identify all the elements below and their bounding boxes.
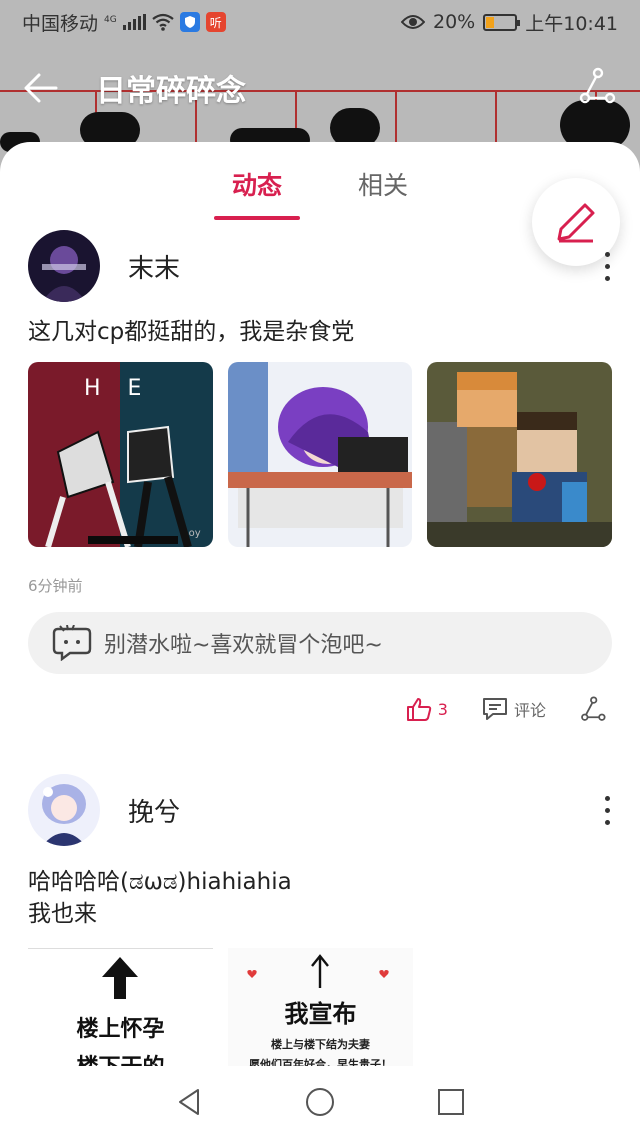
chat-bubble-icon: [52, 625, 92, 661]
comment-icon: [482, 698, 507, 720]
listen-app-icon: 听: [205, 12, 226, 32]
arrow-left-icon: [24, 73, 58, 103]
like-count: 3: [437, 699, 448, 719]
tab-feed[interactable]: 动态: [214, 166, 300, 220]
share-icon: [579, 67, 616, 104]
image-gallery: H E oy: [28, 362, 613, 547]
share-icon: [581, 696, 606, 721]
avatar[interactable]: [28, 774, 100, 846]
post-image[interactable]: H E oy: [28, 362, 213, 547]
avatar[interactable]: [28, 230, 100, 302]
system-nav-bar: [0, 1066, 640, 1138]
post-actions: 3 评论: [28, 696, 612, 722]
post-text-line: 哈哈哈哈(ಡωಡ)hiahiahia: [28, 869, 292, 895]
image-headline: 我宣布: [284, 1000, 357, 1028]
image-text-line: 楼上怀孕: [76, 1017, 165, 1042]
back-button[interactable]: [24, 62, 76, 114]
username[interactable]: 末末: [128, 248, 180, 285]
battery-icon: [483, 13, 521, 31]
comment-button[interactable]: 评论: [482, 697, 546, 721]
share-button[interactable]: [578, 67, 616, 109]
eye-icon: [401, 15, 425, 29]
username[interactable]: 挽兮: [128, 792, 180, 829]
comment-placeholder: 别潜水啦~喜欢就冒个泡吧~: [104, 633, 383, 658]
content-sheet: 动态 相关 末末 这几对cp都挺甜的，我是杂食党 H E oy 6分钟前 别潜水…: [0, 142, 640, 1138]
image-text-line: 楼上与楼下结为夫妻: [271, 1038, 370, 1051]
like-button[interactable]: 3: [406, 697, 448, 721]
clock: 上午10:41: [525, 12, 618, 35]
network-label: 4G: [104, 14, 117, 25]
thumbs-up-icon: [406, 698, 432, 721]
comment-input[interactable]: 别潜水啦~喜欢就冒个泡吧~: [28, 612, 612, 674]
nav-back-icon[interactable]: [174, 1087, 204, 1117]
post-share-button[interactable]: [580, 696, 606, 722]
post-image[interactable]: [227, 362, 413, 547]
image-gallery: 楼上怀孕 楼下干的 我宣布 楼上与楼下结为夫妻 愿他们百年好合，早生贵子！: [28, 948, 612, 1078]
post-text-line: 我也来: [28, 901, 97, 927]
post-image[interactable]: 楼上怀孕 楼下干的: [28, 948, 213, 1078]
post-text: 哈哈哈哈(ಡωಡ)hiahiahia 我也来: [28, 866, 612, 930]
top-bar: 日常碎碎念: [0, 56, 640, 120]
more-options-icon[interactable]: [602, 795, 612, 825]
post-time: 6分钟前: [28, 577, 83, 595]
battery-percent: 20%: [433, 11, 476, 33]
nav-home-icon[interactable]: [304, 1086, 336, 1118]
more-options-icon[interactable]: [602, 251, 612, 281]
image-caption: H E: [84, 376, 152, 401]
post-card: 挽兮 哈哈哈哈(ಡωಡ)hiahiahia 我也来 楼上怀孕 楼下干的 我宣布 …: [0, 772, 640, 1078]
nav-recents-icon[interactable]: [436, 1087, 466, 1117]
signal-icon: [122, 14, 146, 30]
post-text: 这几对cp都挺甜的，我是杂食党: [28, 319, 355, 345]
tab-related[interactable]: 相关: [340, 166, 426, 220]
page-title: 日常碎碎念: [96, 74, 246, 109]
post-card: 末末 这几对cp都挺甜的，我是杂食党 H E oy 6分钟前 别潜水啦~喜欢就冒…: [0, 228, 640, 722]
image-signature: oy: [188, 528, 201, 539]
carrier-label: 中国移动: [22, 12, 99, 35]
status-bar: 中国移动 4G 听 20% 上午10:41: [0, 0, 640, 44]
post-image[interactable]: [427, 362, 613, 547]
shield-app-icon: [179, 12, 200, 32]
comment-label: 评论: [513, 701, 546, 720]
wifi-icon: [152, 13, 174, 31]
post-image[interactable]: 我宣布 楼上与楼下结为夫妻 愿他们百年好合，早生贵子！: [228, 948, 413, 1078]
